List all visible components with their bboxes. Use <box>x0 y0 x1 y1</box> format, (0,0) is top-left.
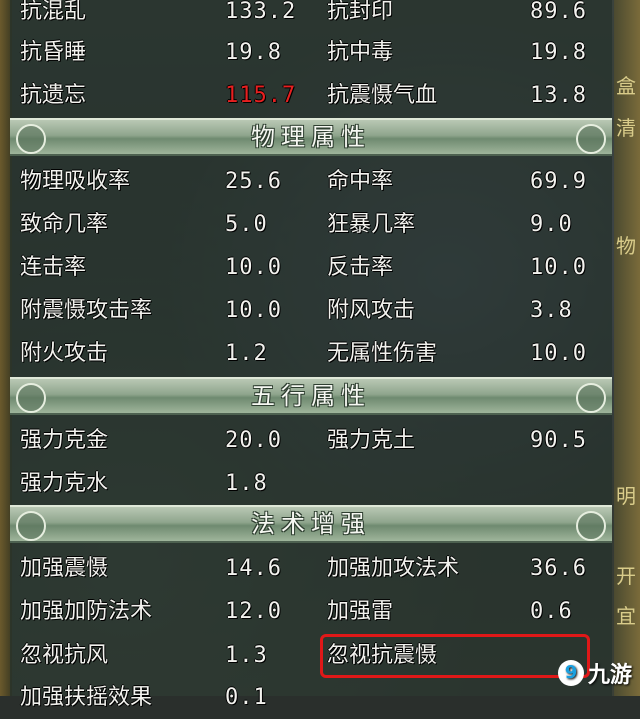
stat-name: 命中率 <box>327 169 394 194</box>
edge-glyph: 明 <box>616 484 636 508</box>
stat-value: 10.0 <box>530 341 587 366</box>
stat-value: 10.0 <box>225 298 282 323</box>
edge-glyph: 清 <box>616 116 636 140</box>
stat-name: 附火攻击 <box>20 341 109 366</box>
stat-row: 抗遗忘 115.7 抗震慑气血 13.8 <box>10 74 612 117</box>
stat-name: 抗混乱 <box>20 0 87 24</box>
stat-name: 强力克水 <box>20 471 109 496</box>
section-title: 物理属性 <box>251 123 371 151</box>
stat-name: 狂暴几率 <box>327 212 416 237</box>
stat-row: 加强扶摇效果 0.1 <box>10 676 612 719</box>
stat-value: 20.0 <box>225 428 282 453</box>
stat-row: 加强震慑 14.6 加强加攻法术 36.6 <box>10 547 612 590</box>
right-frame-edge: 盒 清 物 明 开 宜 <box>614 0 640 696</box>
ornament-icon <box>576 124 606 154</box>
stat-value: 0.1 <box>225 685 268 710</box>
section-header-five-elements: 五行属性 <box>10 377 612 415</box>
stat-value: 36.6 <box>530 556 587 581</box>
stat-value: 19.8 <box>530 40 587 65</box>
stat-row: 加强加防法术 12.0 加强雷 0.6 <box>10 590 612 633</box>
stat-name: 加强雷 <box>327 599 394 624</box>
ornament-icon <box>576 383 606 413</box>
section-header-spell-enhance: 法术增强 <box>10 505 612 543</box>
stat-name: 抗昏睡 <box>20 40 87 65</box>
stat-value: 1.2 <box>225 341 268 366</box>
edge-glyph: 宜 <box>616 604 636 628</box>
stat-value: 133.2 <box>225 0 297 24</box>
edge-glyph: 开 <box>616 564 636 588</box>
stat-row: 附震慑攻击率 10.0 附风攻击 3.8 <box>10 289 612 332</box>
stat-name: 强力克金 <box>20 428 109 453</box>
stat-value: 19.8 <box>225 40 282 65</box>
stat-value: 0.6 <box>530 599 573 624</box>
section-title: 法术增强 <box>251 510 371 538</box>
stat-row: 连击率 10.0 反击率 10.0 <box>10 246 612 289</box>
watermark-text: 九游 <box>587 663 632 688</box>
watermark: 9 九游 <box>557 658 632 688</box>
stat-row: 强力克水 1.8 <box>10 462 612 505</box>
ornament-icon <box>576 511 606 541</box>
stat-name: 加强震慑 <box>20 556 109 581</box>
stat-value-highlighted: 115.7 <box>225 83 297 108</box>
stat-value: 9.0 <box>530 212 573 237</box>
stat-value: 89.6 <box>530 0 587 24</box>
stat-row: 致命几率 5.0 狂暴几率 9.0 <box>10 203 612 246</box>
stat-name: 物理吸收率 <box>20 169 131 194</box>
stat-name: 加强加防法术 <box>20 599 153 624</box>
stat-value: 5.0 <box>225 212 268 237</box>
stat-value: 13.8 <box>530 83 587 108</box>
stat-value: 14.6 <box>225 556 282 581</box>
section-title: 五行属性 <box>251 382 371 410</box>
stat-name: 连击率 <box>20 255 87 280</box>
stat-name: 致命几率 <box>20 212 109 237</box>
stat-value: 69.9 <box>530 169 587 194</box>
stat-name: 抗中毒 <box>327 40 394 65</box>
stat-value: 90.5 <box>530 428 587 453</box>
stat-name: 加强加攻法术 <box>327 556 460 581</box>
highlight-box <box>320 634 590 678</box>
stat-name: 附震慑攻击率 <box>20 298 153 323</box>
stat-value: 1.3 <box>225 643 268 668</box>
jiuyou-logo-icon: 9 <box>557 660 584 686</box>
stat-name: 强力克土 <box>327 428 416 453</box>
stat-row: 抗混乱 133.2 抗封印 89.6 <box>10 0 612 33</box>
stat-name: 加强扶摇效果 <box>20 685 153 710</box>
edge-glyph: 物 <box>616 234 636 258</box>
stat-value: 10.0 <box>530 255 587 280</box>
stat-name: 抗封印 <box>327 0 394 24</box>
stat-value: 3.8 <box>530 298 573 323</box>
stat-name: 附风攻击 <box>327 298 416 323</box>
stat-name: 抗遗忘 <box>20 83 87 108</box>
stat-value: 25.6 <box>225 169 282 194</box>
stat-row: 强力克金 20.0 强力克土 90.5 <box>10 419 612 462</box>
stat-row: 抗昏睡 19.8 抗中毒 19.8 <box>10 31 612 74</box>
stat-name: 忽视抗风 <box>20 643 109 668</box>
section-header-physical: 物理属性 <box>10 118 612 156</box>
stat-name: 抗震慑气血 <box>327 83 438 108</box>
edge-glyph: 盒 <box>616 74 636 98</box>
stat-value: 10.0 <box>225 255 282 280</box>
stat-value: 12.0 <box>225 599 282 624</box>
stat-row: 物理吸收率 25.6 命中率 69.9 <box>10 160 612 203</box>
stat-row: 附火攻击 1.2 无属性伤害 10.0 <box>10 332 612 375</box>
stat-name: 反击率 <box>327 255 394 280</box>
stat-value: 1.8 <box>225 471 268 496</box>
stat-name: 无属性伤害 <box>327 341 438 366</box>
